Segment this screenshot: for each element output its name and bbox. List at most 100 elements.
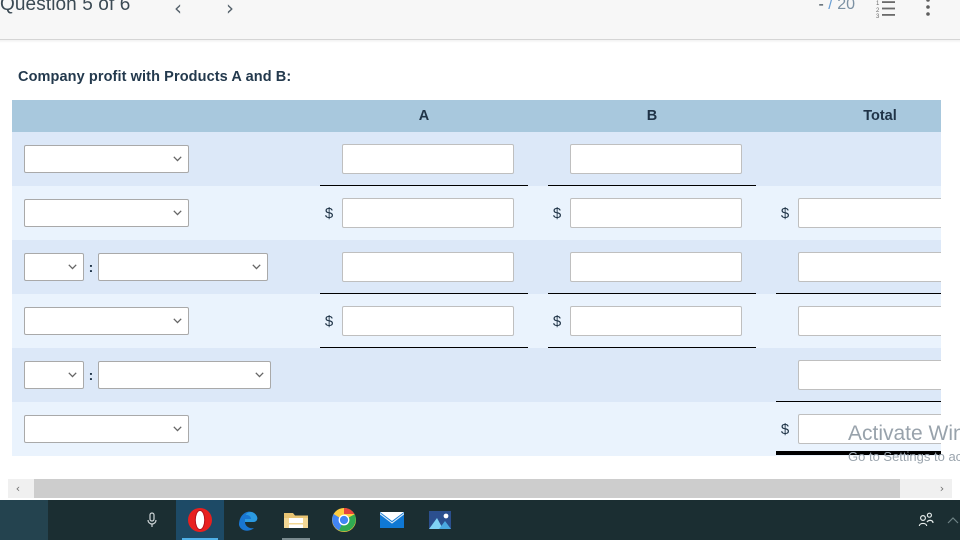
mail-icon[interactable] — [368, 500, 416, 540]
row-1-label-dropdown-wrap — [24, 145, 189, 173]
opera-icon[interactable] — [176, 500, 224, 540]
row-5-total-input[interactable] — [798, 360, 941, 390]
row-4-b-input[interactable] — [570, 306, 742, 336]
profit-table: A B Total $ $ $: $ $: $ — [12, 100, 941, 456]
score-max: 20 — [837, 0, 855, 13]
row-3-total-input[interactable] — [798, 252, 941, 282]
svg-text:3: 3 — [876, 14, 880, 18]
cortana-microphone-icon[interactable] — [128, 500, 176, 540]
scrollbar-thumb[interactable] — [34, 479, 900, 498]
row-2-a-prefix: $ — [324, 204, 334, 222]
row-2-b-prefix: $ — [552, 204, 562, 222]
table-row: : — [12, 240, 941, 295]
tray-overflow-icon[interactable] — [944, 512, 960, 528]
next-question-button[interactable]: › — [226, 0, 234, 22]
row-4-a-cell: $ — [310, 294, 538, 349]
quiz-header-bar: Question 5 of 6 ‹ › - / 20 1 2 3 — [0, 0, 960, 43]
row-3-a-input[interactable] — [342, 252, 514, 282]
row-6-a-cell — [310, 402, 538, 456]
row-4-label-dropdown-wrap — [24, 307, 189, 335]
row-4-a-prefix: $ — [324, 312, 334, 330]
row-1-b-input[interactable] — [570, 144, 742, 174]
row-4-total-cell — [766, 294, 941, 348]
row-2-a-cell: $ — [310, 186, 538, 240]
row-5-label-dropdown-wrap-2 — [98, 361, 271, 389]
svg-text:1: 1 — [876, 1, 880, 7]
column-header-a: A — [418, 108, 430, 124]
table-header-row: A B Total — [12, 100, 941, 132]
scroll-left-button[interactable]: ‹ — [8, 479, 28, 498]
windows-taskbar — [0, 500, 960, 540]
table-row: : — [12, 348, 941, 403]
score-display: - / 20 — [819, 0, 855, 14]
score-value: - — [818, 0, 824, 13]
row-2-a-input[interactable] — [342, 198, 514, 228]
question-heading: Company profit with Products A and B: — [18, 69, 292, 85]
row-1-a-input[interactable] — [342, 144, 514, 174]
row-5-a-cell — [310, 348, 538, 402]
row-5-label-cell: : — [12, 348, 310, 402]
scroll-right-button[interactable]: › — [932, 479, 952, 498]
row-2-b-input[interactable] — [570, 198, 742, 228]
row-3-label-cell: : — [12, 240, 310, 294]
row-5-ratio-separator: : — [88, 367, 94, 383]
row-1-a-cell — [310, 132, 538, 187]
row-3-total-cell — [766, 240, 941, 295]
row-6-label-dropdown-wrap — [24, 415, 189, 443]
table-row — [12, 132, 941, 187]
page-title: Question 5 of 6 — [0, 0, 131, 15]
numbered-list-icon[interactable]: 1 2 3 — [876, 0, 898, 20]
row-2-total-prefix: $ — [780, 204, 790, 222]
start-button[interactable] — [0, 500, 48, 540]
row-5-label-dropdown-wrap-1 — [24, 361, 84, 389]
table-row: $ $ $ — [12, 186, 941, 240]
row-5-label-dropdown-1[interactable] — [24, 361, 84, 389]
row-1-b-cell — [538, 132, 766, 187]
row-5-total-cell — [766, 348, 941, 403]
score-separator: / — [828, 0, 833, 13]
chrome-icon[interactable] — [320, 500, 368, 540]
row-3-label-dropdown-1[interactable] — [24, 253, 84, 281]
row-6-total-input[interactable] — [798, 414, 941, 444]
table-row: $ — [12, 402, 941, 456]
row-6-b-cell — [538, 402, 766, 456]
table-row: $ $ — [12, 294, 941, 349]
column-header-b: B — [646, 108, 658, 124]
row-3-a-cell — [310, 240, 538, 295]
row-4-total-input[interactable] — [798, 306, 941, 336]
row-2-total-cell: $ — [766, 186, 941, 240]
edge-icon[interactable] — [224, 500, 272, 540]
row-6-total-double-rule — [776, 451, 941, 455]
row-5-label-dropdown-2[interactable] — [98, 361, 271, 389]
horizontal-scrollbar[interactable]: ‹ › — [8, 479, 952, 498]
row-2-label-dropdown[interactable] — [24, 199, 189, 227]
column-header-total: Total — [863, 108, 897, 124]
row-2-total-input[interactable] — [798, 198, 941, 228]
row-4-a-input[interactable] — [342, 306, 514, 336]
row-1-label-dropdown[interactable] — [24, 145, 189, 173]
profit-table-scroll-area: A B Total $ $ $: $ $: $ — [12, 100, 941, 472]
row-2-label-cell — [12, 186, 310, 240]
row-6-label-cell — [12, 402, 310, 456]
row-4-label-cell — [12, 294, 310, 348]
row-6-total-prefix: $ — [780, 420, 790, 438]
row-3-b-cell — [538, 240, 766, 295]
file-explorer-icon[interactable] — [272, 500, 320, 540]
row-3-label-dropdown-wrap-1 — [24, 253, 84, 281]
row-1-label-cell — [12, 132, 310, 186]
row-3-label-dropdown-2[interactable] — [98, 253, 268, 281]
scrollbar-track[interactable] — [28, 479, 932, 498]
row-3-ratio-separator: : — [88, 259, 94, 275]
photos-icon[interactable] — [416, 500, 464, 540]
row-4-label-dropdown[interactable] — [24, 307, 189, 335]
row-4-b-cell: $ — [538, 294, 766, 349]
row-3-label-dropdown-wrap-2 — [98, 253, 268, 281]
row-5-b-cell — [538, 348, 766, 402]
screen: Question 5 of 6 ‹ › - / 20 1 2 3 Company… — [0, 0, 960, 540]
row-3-b-input[interactable] — [570, 252, 742, 282]
kebab-menu-icon[interactable] — [918, 0, 938, 18]
previous-question-button[interactable]: ‹ — [174, 0, 182, 22]
row-6-total-cell: $ — [766, 402, 941, 456]
row-6-label-dropdown[interactable] — [24, 415, 189, 443]
meet-now-people-icon[interactable] — [916, 510, 936, 530]
